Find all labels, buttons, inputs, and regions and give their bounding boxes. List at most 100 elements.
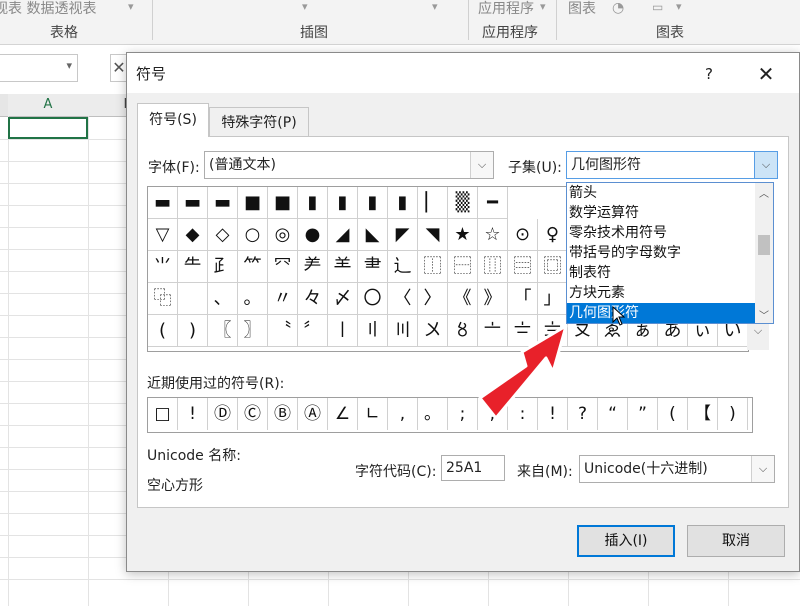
symbol-cell[interactable]: ■: [268, 187, 298, 219]
symbol-cell[interactable]: ▬: [208, 187, 238, 219]
symbol-cell[interactable]: ⿰: [418, 251, 448, 283]
recent-symbol-cell[interactable]: ”: [628, 398, 658, 430]
symbol-cell[interactable]: ▒: [448, 187, 478, 219]
symbol-cell[interactable]: ★: [448, 219, 478, 251]
symbol-cell[interactable]: 〃: [268, 283, 298, 315]
symbol-cell[interactable]: ⿳: [508, 251, 538, 283]
symbol-cell[interactable]: 〣: [388, 315, 418, 347]
symbol-cell[interactable]: 〗: [238, 315, 268, 347]
recent-symbol-cell[interactable]: ): [718, 398, 748, 430]
ribbon-apps-label[interactable]: 应用程序: [478, 0, 534, 18]
pie-chart-icon[interactable]: ◔: [612, 0, 624, 16]
recent-symbol-cell[interactable]: □: [148, 398, 178, 430]
recent-symbol-cell[interactable]: “: [598, 398, 628, 430]
symbol-cell[interactable]: 《: [448, 283, 478, 315]
subset-option[interactable]: 箭头: [567, 183, 755, 203]
dialog-titlebar[interactable]: 符号 ? ✕: [127, 53, 799, 93]
symbol-cell[interactable]: ⺷: [328, 251, 358, 283]
subset-dropdown-list[interactable]: 箭头 数学运算符 零杂技术用符号 带括号的字母数字 制表符 方块元素 几何图形符…: [566, 182, 774, 324]
cancel-button[interactable]: 取消: [687, 525, 785, 557]
symbol-cell[interactable]: 〞: [298, 315, 328, 347]
recent-symbol-cell[interactable]: Ⓓ: [208, 398, 238, 430]
symbol-cell[interactable]: 〆: [328, 283, 358, 315]
symbol-cell[interactable]: 〖: [208, 315, 238, 347]
symbol-cell[interactable]: ⺶: [298, 251, 328, 283]
symbol-cell[interactable]: ▮: [298, 187, 328, 219]
recent-symbol-cell[interactable]: 。: [418, 398, 448, 430]
chevron-down-icon[interactable]: ⌵: [754, 152, 777, 178]
symbol-cell[interactable]: ⿻: [148, 283, 178, 315]
symbol-cell[interactable]: 〨: [538, 315, 568, 347]
subset-option[interactable]: 方块元素: [567, 283, 755, 303]
subset-option[interactable]: 零杂技术用符号: [567, 223, 755, 243]
active-cell-a1[interactable]: [8, 117, 88, 139]
chart-thumbnail-icon[interactable]: ▭: [652, 0, 663, 14]
chevron-down-icon[interactable]: ⌵: [751, 456, 774, 482]
font-select[interactable]: (普通文本) ⌵: [204, 151, 494, 179]
scroll-down-icon[interactable]: ⌵: [747, 324, 769, 342]
scrollbar-thumb[interactable]: [758, 235, 770, 255]
symbol-cell[interactable]: ⺳: [268, 251, 298, 283]
recent-symbol-cell[interactable]: ;: [448, 398, 478, 430]
name-box[interactable]: ▾: [0, 54, 78, 82]
recent-symbols-grid[interactable]: □! Ⓓ Ⓒ Ⓑ Ⓐ ∠ ∟,。;;:!? “”(【): [147, 397, 753, 433]
recent-symbol-cell[interactable]: Ⓑ: [268, 398, 298, 430]
recent-symbol-cell[interactable]: ∟: [358, 398, 388, 430]
recent-symbol-cell[interactable]: (: [658, 398, 688, 430]
recent-symbol-cell[interactable]: !: [538, 398, 568, 430]
symbol-cell[interactable]: ▮: [328, 187, 358, 219]
symbol-cell[interactable]: ◎: [268, 219, 298, 251]
subset-option-selected[interactable]: 几何图形符: [567, 303, 755, 323]
scroll-down-icon[interactable]: ﹀: [755, 307, 773, 322]
help-button[interactable]: ?: [696, 61, 722, 87]
symbol-cell[interactable]: 「: [508, 283, 538, 315]
symbol-cell[interactable]: 〇: [358, 283, 388, 315]
symbol-cell[interactable]: 〝: [268, 315, 298, 347]
symbol-cell[interactable]: ▬: [178, 187, 208, 219]
symbol-cell[interactable]: ⺪: [208, 251, 238, 283]
symbol-cell[interactable]: ⺧: [178, 251, 208, 283]
symbol-cell[interactable]: ▽: [148, 219, 178, 251]
char-code-input[interactable]: 25A1: [441, 455, 505, 481]
symbol-cell[interactable]: 〦: [478, 315, 508, 347]
symbol-cell[interactable]: 々: [298, 283, 328, 315]
subset-option[interactable]: 数学运算符: [567, 203, 755, 223]
symbol-cell[interactable]: ◢: [328, 219, 358, 251]
symbol-cell[interactable]: ⺮: [238, 251, 268, 283]
symbol-cell[interactable]: 、: [208, 283, 238, 315]
insert-button[interactable]: 插入(I): [577, 525, 675, 557]
symbol-cell[interactable]: ◤: [388, 219, 418, 251]
recent-symbol-cell[interactable]: ,: [388, 398, 418, 430]
symbol-cell[interactable]: 。: [238, 283, 268, 315]
subset-select[interactable]: 几何图形符 ⌵: [566, 151, 778, 179]
symbol-cell[interactable]: ◥: [418, 219, 448, 251]
ribbon-charts-label[interactable]: 图表: [568, 0, 596, 18]
recent-symbol-cell[interactable]: Ⓐ: [298, 398, 328, 430]
symbol-cell[interactable]: ⻌: [388, 251, 418, 283]
symbol-cell[interactable]: [178, 283, 208, 315]
symbol-cell[interactable]: ⿱: [448, 251, 478, 283]
close-button[interactable]: ✕: [753, 61, 779, 87]
recent-symbol-cell[interactable]: 【: [688, 398, 718, 430]
chevron-down-icon[interactable]: ▾: [66, 59, 72, 72]
recent-symbol-cell[interactable]: ?: [568, 398, 598, 430]
ribbon-pivot-label[interactable]: 视表 数据透视表: [0, 0, 96, 18]
symbol-cell[interactable]: 」: [538, 283, 568, 315]
tab-special-characters[interactable]: 特殊字符(P): [209, 107, 309, 137]
symbol-cell[interactable]: ○: [238, 219, 268, 251]
symbol-cell[interactable]: 〈: [388, 283, 418, 315]
subset-dropdown-scrollbar[interactable]: ︿ ﹀: [755, 183, 773, 323]
recent-symbol-cell[interactable]: ∠: [328, 398, 358, 430]
from-select[interactable]: Unicode(十六进制) ⌵: [579, 455, 775, 483]
subset-option[interactable]: 带括号的字母数字: [567, 243, 755, 263]
symbol-cell[interactable]: 〥: [448, 315, 478, 347]
recent-symbol-cell[interactable]: !: [178, 398, 208, 430]
scroll-up-icon[interactable]: ︿: [755, 185, 773, 200]
recent-symbol-cell[interactable]: ;: [478, 398, 508, 430]
symbol-cell[interactable]: ⺌: [148, 251, 178, 283]
symbol-cell[interactable]: ━: [478, 187, 508, 219]
symbol-cell[interactable]: 〤: [418, 315, 448, 347]
symbol-cell[interactable]: 〢: [358, 315, 388, 347]
column-header-a[interactable]: A: [8, 94, 89, 117]
symbol-cell[interactable]: 〧: [508, 315, 538, 347]
